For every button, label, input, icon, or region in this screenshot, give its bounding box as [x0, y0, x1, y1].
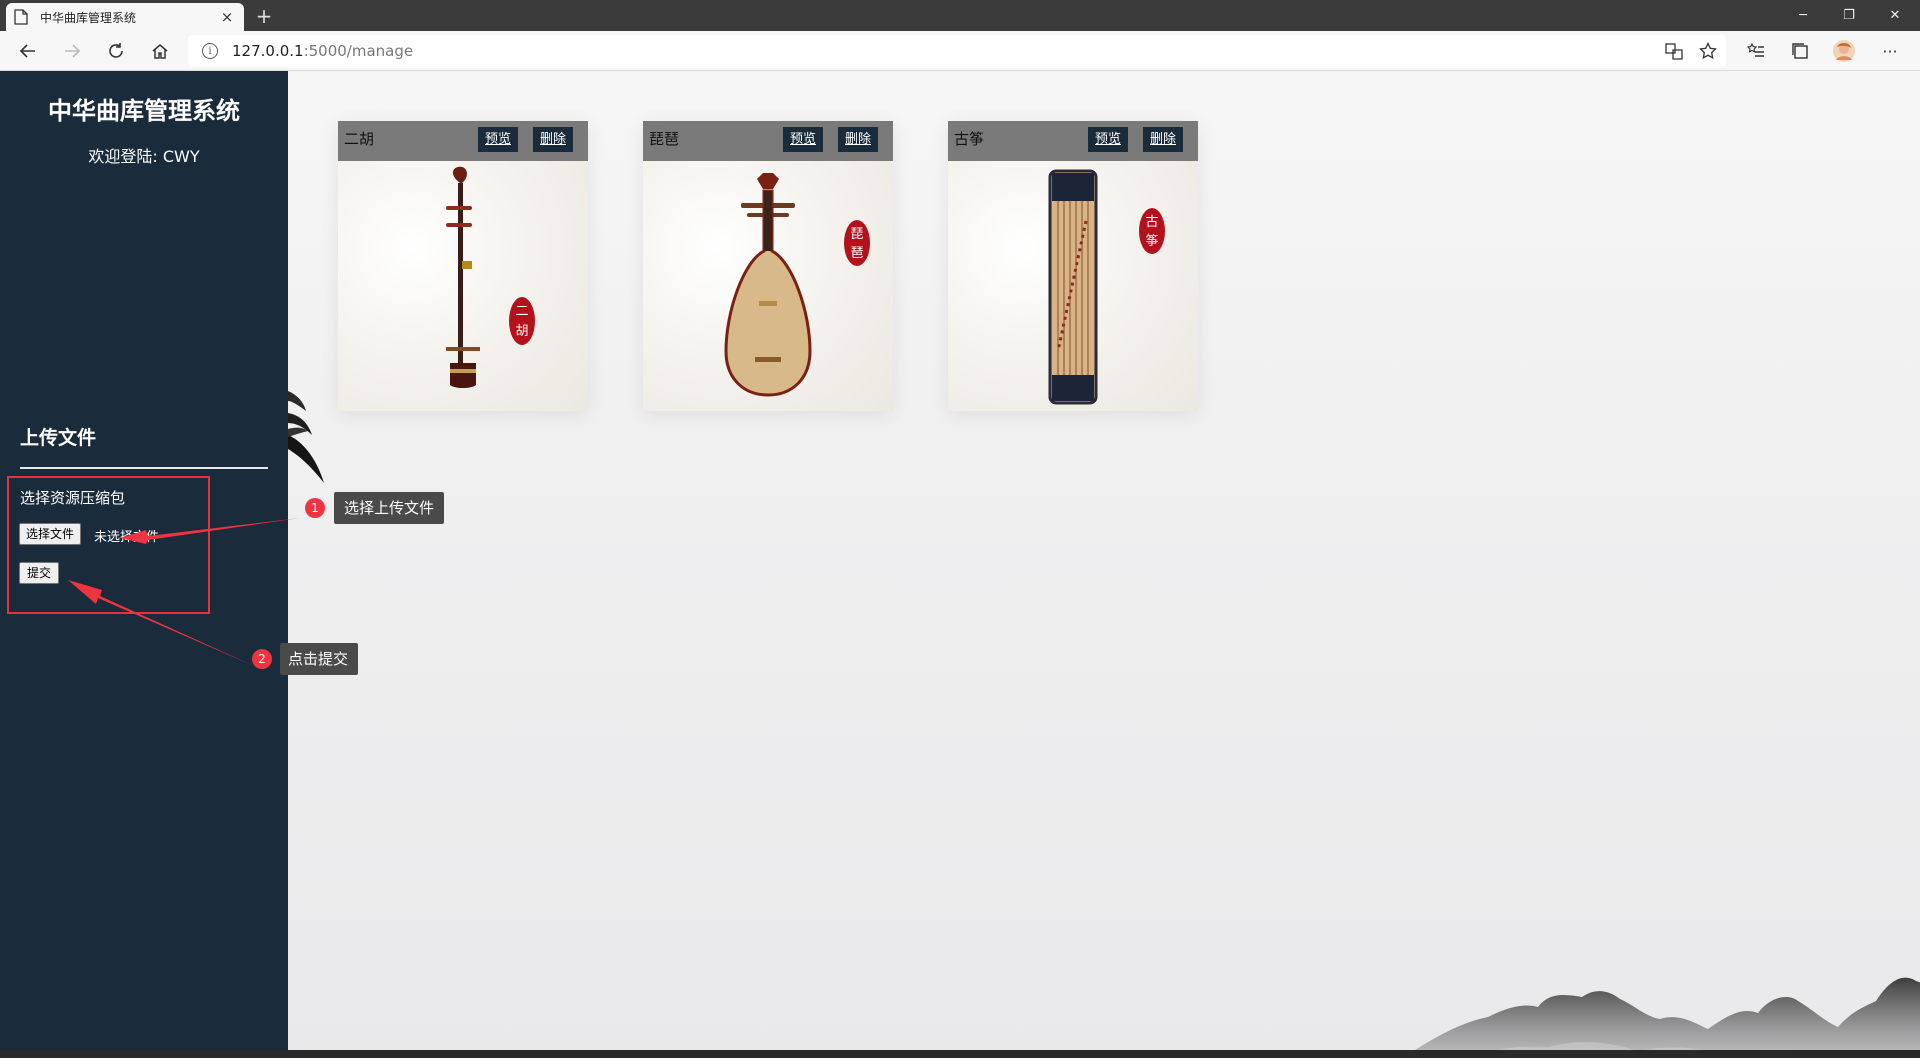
favorites-list-icon[interactable]: [1742, 37, 1770, 65]
url-text: 127.0.0.1:5000/manage: [232, 42, 414, 60]
annotation-badge: 2: [252, 649, 272, 669]
bamboo-leaf-decoration: [288, 391, 324, 483]
seal-char: 琵: [850, 227, 863, 242]
restore-button[interactable]: ❐: [1826, 0, 1872, 31]
close-window-button[interactable]: ✕: [1872, 0, 1918, 31]
card-title: 二胡: [344, 130, 375, 148]
browser-navbar: i 127.0.0.1:5000/manage ···: [0, 31, 1920, 71]
seal-char: 二: [515, 304, 528, 319]
instrument-card-guzheng: 古筝 预览 删除 古 筝: [948, 121, 1198, 411]
home-icon[interactable]: [146, 37, 174, 65]
annotation-label: 选择上传文件: [334, 492, 445, 524]
tab-close-icon[interactable]: ×: [218, 8, 236, 26]
erhu-image: 二 胡: [338, 161, 588, 411]
more-menu-icon[interactable]: ···: [1876, 37, 1904, 65]
new-tab-button[interactable]: +: [252, 4, 276, 28]
page-icon: [14, 9, 28, 25]
translate-icon[interactable]: [1660, 37, 1688, 65]
minimize-button[interactable]: ─: [1780, 0, 1826, 31]
seal-char: 琶: [850, 246, 863, 261]
preview-button[interactable]: 预览: [783, 127, 824, 152]
guzheng-image: 古 筝: [948, 161, 1198, 411]
seal-char: 古: [1145, 215, 1158, 230]
taskbar-strip: [0, 1050, 1920, 1058]
preview-button[interactable]: 预览: [1088, 127, 1129, 152]
upload-highlight-box: [7, 476, 210, 614]
card-title: 琵琶: [649, 130, 680, 148]
system-title: 中华曲库管理系统: [48, 97, 240, 125]
annotation-badge: 1: [305, 498, 325, 518]
profile-avatar[interactable]: [1830, 37, 1858, 65]
card-header: 二胡 预览 删除: [338, 121, 588, 161]
card-header: 琵琶 预览 删除: [643, 121, 893, 161]
browser-tab[interactable]: 中华曲库管理系统 ×: [6, 3, 244, 31]
back-icon[interactable]: [14, 37, 42, 65]
collections-icon[interactable]: [1786, 37, 1814, 65]
pipa-image: 琵 琶: [643, 161, 893, 411]
upload-divider: [20, 467, 268, 469]
instrument-card-erhu: 二胡 预览 删除 二 胡: [338, 121, 588, 411]
seal-char: 筝: [1145, 233, 1158, 249]
delete-button[interactable]: 删除: [838, 127, 879, 152]
card-header: 古筝 预览 删除: [948, 121, 1198, 161]
seal-char: 胡: [515, 324, 528, 339]
instrument-card-pipa: 琵琶 预览 删除 琵 琶: [643, 121, 893, 411]
delete-button[interactable]: 删除: [533, 127, 574, 152]
welcome-text: 欢迎登陆: CWY: [88, 147, 200, 166]
favorite-star-icon[interactable]: [1694, 37, 1722, 65]
annotation-label: 点击提交: [280, 643, 359, 675]
refresh-icon[interactable]: [102, 37, 130, 65]
ink-mountains-decoration: [1402, 977, 1920, 1058]
delete-button[interactable]: 删除: [1143, 127, 1184, 152]
upload-heading: 上传文件: [20, 427, 97, 449]
browser-titlebar: 中华曲库管理系统 × + ─ ❐ ✕: [0, 0, 1920, 31]
forward-icon[interactable]: [58, 37, 86, 65]
address-bar[interactable]: i 127.0.0.1:5000/manage: [188, 35, 1726, 67]
site-info-icon[interactable]: i: [202, 43, 218, 59]
preview-button[interactable]: 预览: [478, 127, 519, 152]
tab-title: 中华曲库管理系统: [40, 10, 137, 25]
main-content: 二胡 预览 删除 二 胡 琵琶 预览 删除 琵 琶 古筝 预览 删除 古 筝: [288, 71, 1920, 1058]
card-title: 古筝: [954, 130, 985, 148]
